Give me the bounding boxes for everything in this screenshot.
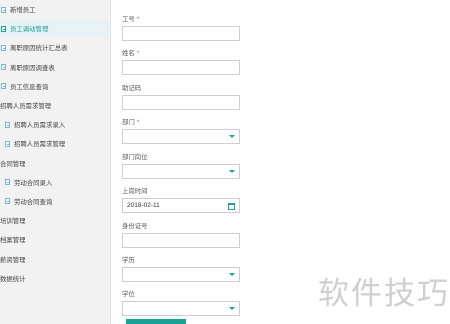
text-field[interactable]	[122, 26, 240, 41]
sidebar-item[interactable]: 离职原因调查表	[0, 58, 110, 77]
field-label-text: 工号	[122, 16, 135, 23]
field-label-text: 姓名	[122, 50, 135, 57]
field-label: 助记码	[122, 83, 141, 92]
sidebar-item-label: 新增员工	[10, 7, 36, 15]
required-mark: *	[136, 50, 140, 57]
field-label-text: 部门	[122, 119, 135, 126]
sidebar-item-label: 培训管理	[0, 218, 26, 226]
sidebar-item[interactable]: 薪资管理	[0, 249, 110, 268]
field-label: 部门 *	[122, 117, 139, 126]
sidebar-item-label: 劳动合同录入	[14, 179, 53, 187]
document-icon	[1, 44, 6, 51]
sidebar-item-label: 数据统计	[0, 275, 26, 283]
field-label-text: 学位	[122, 291, 135, 298]
submit-button[interactable]	[126, 319, 186, 324]
field-label: 学历	[122, 255, 135, 264]
document-icon	[1, 25, 6, 32]
document-icon	[5, 179, 10, 186]
field-label-text: 上岗时间	[122, 188, 148, 195]
sidebar-item-label: 离职原因调查表	[10, 64, 55, 72]
sidebar-item[interactable]: 档案管理	[0, 230, 110, 249]
sidebar-item[interactable]: 培训管理	[0, 211, 110, 230]
select-field[interactable]	[122, 267, 240, 282]
sidebar-item-label: 合同管理	[0, 160, 26, 168]
document-icon	[5, 121, 10, 128]
sidebar-item-label: 员工调动管理	[10, 26, 49, 34]
field-value: 2018-02-11	[127, 202, 160, 209]
sidebar-item-label: 劳动合同查询	[14, 198, 53, 206]
chevron-down-icon[interactable]	[229, 135, 235, 138]
field-label: 学位	[122, 289, 135, 298]
field-label: 工号 *	[122, 14, 139, 23]
sidebar-item[interactable]: 员工信息查询	[0, 77, 110, 96]
sidebar-item[interactable]: 离职原因统计汇总表	[0, 38, 110, 57]
field-label: 上岗时间	[122, 186, 148, 195]
field-label-text: 助记码	[122, 85, 142, 92]
document-icon	[1, 64, 6, 71]
select-field[interactable]	[122, 129, 240, 144]
required-mark: *	[136, 119, 140, 126]
required-mark: *	[136, 16, 140, 23]
sidebar-item[interactable]: 合同管理	[0, 154, 110, 173]
field-label-text: 学历	[122, 257, 135, 264]
sidebar-item-label: 招聘人员需求管理	[0, 103, 52, 111]
sidebar-item-label: 薪资管理	[0, 256, 26, 264]
sidebar-item[interactable]: 劳动合同录入	[0, 173, 110, 192]
text-field[interactable]	[122, 233, 240, 248]
sidebar: 新增员工员工调动管理离职原因统计汇总表 离职原因调查表 员工信息查询招聘人员需求管理…	[0, 0, 111, 324]
sidebar-item[interactable]: 新增员工	[0, 0, 110, 19]
document-icon	[5, 140, 10, 147]
select-field[interactable]	[122, 164, 240, 179]
calendar-icon[interactable]	[228, 202, 235, 210]
sidebar-item[interactable]: 数据统计	[0, 269, 110, 288]
sidebar-item-label: 档案管理	[0, 237, 26, 245]
field-label-text: 身份证号	[122, 223, 148, 230]
sidebar-item[interactable]: 招聘人员需求管理	[0, 134, 110, 153]
text-field[interactable]	[122, 60, 240, 75]
text-field[interactable]	[122, 95, 240, 110]
document-icon	[5, 198, 10, 205]
sidebar-item[interactable]: 招聘人员需求管理	[0, 96, 110, 115]
watermark: 软件技巧	[318, 276, 450, 312]
document-icon	[1, 6, 6, 13]
field-label: 姓名 *	[122, 48, 139, 57]
sidebar-item-label: 离职原因统计汇总表	[10, 45, 68, 53]
field-label-text: 部门岗位	[122, 154, 148, 161]
field-label: 身份证号	[122, 221, 148, 230]
sidebar-item[interactable]: 劳动合同查询	[0, 192, 110, 211]
sidebar-item[interactable]: 员工调动管理	[0, 19, 110, 39]
sidebar-item-label: 招聘人员需求管理	[14, 141, 66, 149]
date-field[interactable]: 2018-02-11	[122, 198, 240, 213]
select-field[interactable]	[122, 301, 240, 316]
sidebar-item[interactable]: 招聘人员需求录入	[0, 115, 110, 134]
field-label: 部门岗位	[122, 152, 148, 161]
chevron-down-icon[interactable]	[229, 307, 235, 310]
sidebar-item-label: 员工信息查询	[10, 83, 49, 91]
sidebar-item-label: 招聘人员需求录入	[14, 122, 66, 130]
document-icon	[1, 83, 6, 90]
chevron-down-icon[interactable]	[229, 273, 235, 276]
chevron-down-icon[interactable]	[229, 170, 235, 173]
